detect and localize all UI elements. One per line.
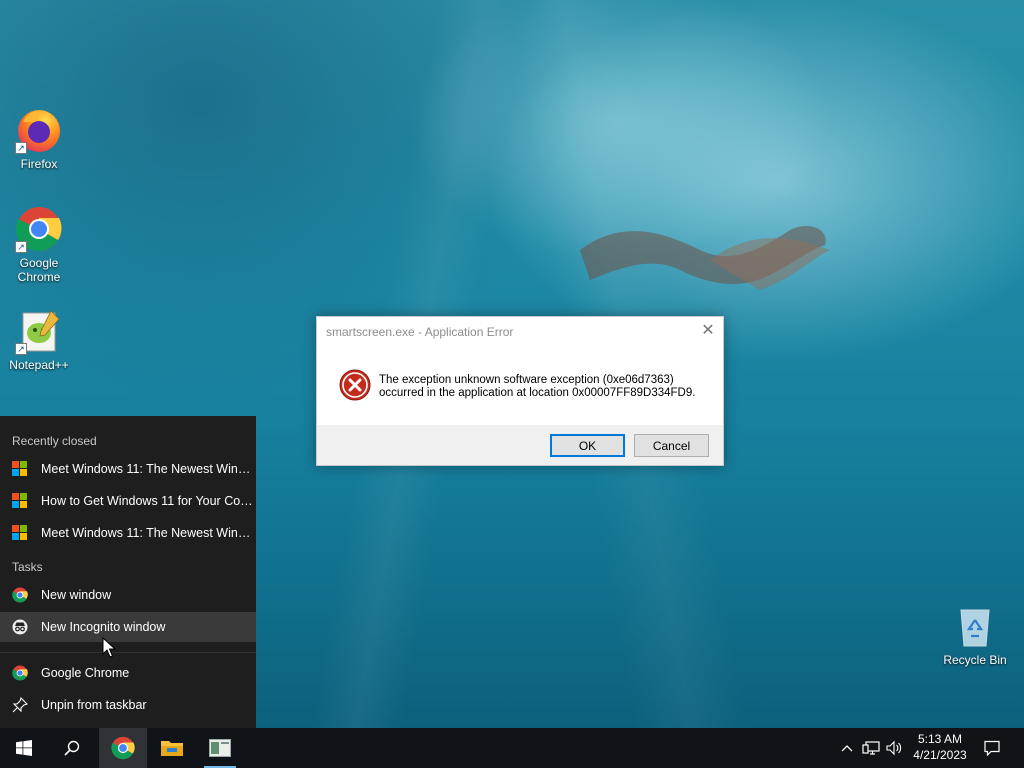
close-icon[interactable]: ✕ bbox=[699, 321, 717, 341]
network-icon bbox=[862, 741, 880, 755]
chrome-icon bbox=[12, 587, 28, 603]
desktop-icon-label: Firefox bbox=[20, 157, 58, 171]
desktop-icon-notepadpp[interactable]: ↗ Notepad++ bbox=[1, 307, 77, 372]
taskbar: 5:13 AM 4/21/2023 bbox=[0, 728, 1024, 768]
start-icon bbox=[16, 740, 32, 756]
file-explorer-icon bbox=[161, 741, 183, 756]
jump-list-unpin[interactable]: Unpin from taskbar bbox=[0, 690, 256, 720]
clock-time: 5:13 AM bbox=[917, 732, 963, 746]
firefox-icon: ↗ bbox=[15, 106, 63, 154]
recycle-bin-icon bbox=[951, 602, 999, 650]
desktop-icon-recycle-bin[interactable]: Recycle Bin bbox=[937, 602, 1013, 667]
windows-logo-icon bbox=[12, 461, 28, 477]
search-icon bbox=[64, 740, 80, 756]
desktop-icon-chrome[interactable]: ↗ Google Chrome bbox=[1, 205, 77, 284]
volume-button[interactable] bbox=[884, 728, 904, 768]
volume-icon bbox=[886, 740, 902, 756]
chevron-up-icon bbox=[841, 745, 853, 752]
show-hidden-icons[interactable] bbox=[838, 728, 856, 768]
notepadpp-icon: ↗ bbox=[15, 307, 63, 355]
dialog-message-line: The exception unknown software exception… bbox=[379, 374, 674, 386]
dialog-message: The exception unknown software exception… bbox=[379, 374, 695, 400]
taskbar-app-window[interactable] bbox=[198, 728, 242, 768]
ok-button[interactable]: OK bbox=[550, 434, 625, 457]
taskbar-chrome[interactable] bbox=[99, 728, 147, 768]
desktop-icon-firefox[interactable]: ↗ Firefox bbox=[1, 106, 77, 171]
app-window-icon bbox=[209, 739, 231, 757]
clock[interactable]: 5:13 AM 4/21/2023 bbox=[905, 731, 975, 763]
wallpaper-swimmer bbox=[580, 225, 830, 290]
desktop-icon-label: Recycle Bin bbox=[943, 653, 1007, 667]
jump-list-tasks-header: Tasks bbox=[12, 560, 43, 574]
windows-logo-icon bbox=[12, 525, 28, 541]
chrome-icon bbox=[12, 665, 28, 681]
network-button[interactable] bbox=[860, 728, 882, 768]
jump-list-new-incognito-window[interactable]: New Incognito window bbox=[0, 612, 256, 642]
start-button[interactable] bbox=[0, 728, 48, 768]
clock-date: 4/21/2023 bbox=[913, 748, 967, 762]
chrome-icon: ↗ bbox=[15, 205, 63, 253]
mouse-cursor bbox=[102, 637, 116, 658]
notification-icon bbox=[984, 740, 1000, 756]
chrome-icon bbox=[111, 736, 135, 760]
incognito-icon bbox=[12, 619, 28, 635]
chrome-jump-list: Recently closed Meet Windows 11: The New… bbox=[0, 416, 256, 728]
taskbar-file-explorer[interactable] bbox=[148, 728, 196, 768]
cancel-button[interactable]: Cancel bbox=[634, 434, 709, 457]
jump-list-divider bbox=[0, 652, 256, 653]
action-center-button[interactable] bbox=[978, 728, 1006, 768]
application-error-dialog: smartscreen.exe - Application Error ✕ Th… bbox=[316, 316, 724, 466]
jump-list-recent-item[interactable]: Meet Windows 11: The Newest Windows OS V… bbox=[0, 518, 256, 548]
windows-logo-icon bbox=[12, 493, 28, 509]
dialog-title: smartscreen.exe - Application Error bbox=[326, 325, 514, 339]
desktop-icon-label: Google Chrome bbox=[17, 256, 61, 284]
jump-list-recent-item[interactable]: How to Get Windows 11 for Your Computer … bbox=[0, 486, 256, 516]
search-button[interactable] bbox=[48, 728, 96, 768]
jump-list-recent-item[interactable]: Meet Windows 11: The Newest Windows OS V… bbox=[0, 454, 256, 484]
error-icon bbox=[339, 369, 371, 401]
dialog-message-line: occurred in the application at location … bbox=[379, 387, 696, 399]
jump-list-open-chrome[interactable]: Google Chrome bbox=[0, 658, 256, 688]
jump-list-recent-header: Recently closed bbox=[12, 434, 97, 448]
jump-list-new-window[interactable]: New window bbox=[0, 580, 256, 610]
unpin-icon bbox=[12, 697, 28, 713]
desktop-icon-label: Notepad++ bbox=[9, 358, 69, 372]
